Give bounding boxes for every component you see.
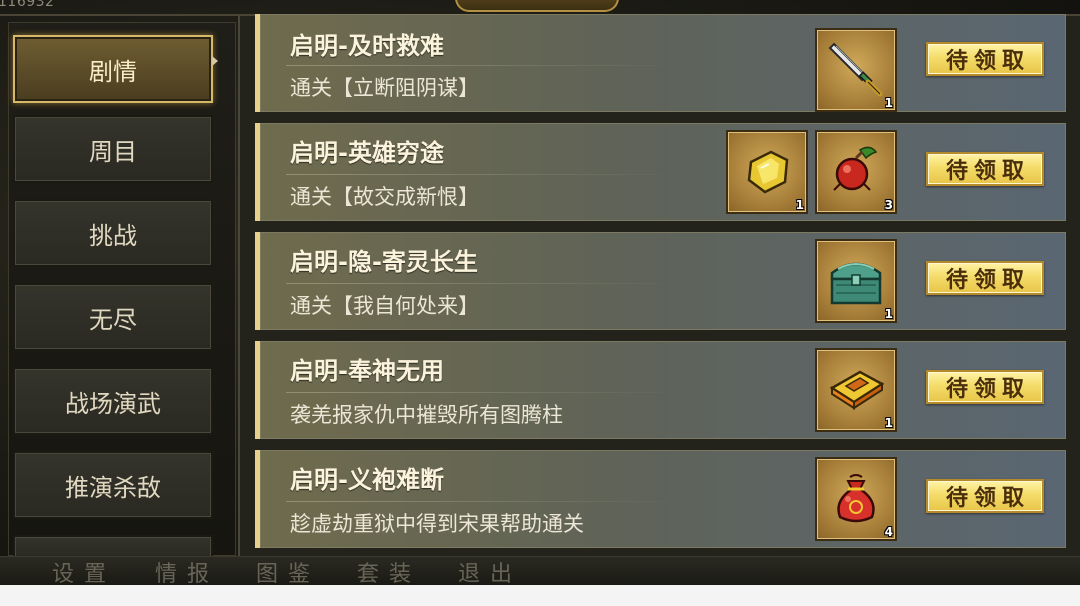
nav-exit[interactable]: 退出 xyxy=(458,556,522,585)
quest-description: 趁虚劫重狱中得到宋果帮助通关 xyxy=(290,512,584,536)
active-indicator-arrow-icon xyxy=(212,56,218,66)
claim-button[interactable]: 待领取 xyxy=(926,42,1044,76)
sidebar-item-label: 周目 xyxy=(89,137,137,166)
quest-title: 启明-奉神无用 xyxy=(290,357,444,385)
claim-button[interactable]: 待领取 xyxy=(926,261,1044,295)
reward-slot[interactable]: 1 xyxy=(815,239,897,323)
sword-icon xyxy=(828,42,883,97)
quest-title: 启明-隐-寄灵长生 xyxy=(290,248,478,276)
quest-divider xyxy=(286,283,686,284)
claim-button[interactable]: 待领取 xyxy=(926,370,1044,404)
red-fruit-icon xyxy=(833,146,878,191)
sidebar-item-story[interactable]: 剧情 xyxy=(13,35,213,103)
sidebar-item-label: 战场演武 xyxy=(65,389,161,418)
sidebar-item-cycle[interactable]: 周目 xyxy=(13,115,213,183)
quest-description: 通关【故交成新恨】 xyxy=(290,185,479,209)
quest-row: 启明-奉神无用 袭羌报家仇中摧毁所有图腾柱 1 待领取 xyxy=(255,341,1066,439)
sidebar-item-challenge[interactable]: 挑战 xyxy=(13,199,213,267)
quest-description: 袭羌报家仇中摧毁所有图腾柱 xyxy=(290,403,563,427)
quest-row: 启明-隐-寄灵长生 通关【我自何处来】 1 待领取 xyxy=(255,232,1066,330)
sidebar-item-label: 推演杀敌 xyxy=(65,473,161,502)
skill-book-icon xyxy=(829,370,885,410)
reward-count: 1 xyxy=(795,198,804,212)
money-bag-icon xyxy=(837,474,875,523)
gold-nugget-icon xyxy=(747,150,789,194)
quest-description: 通关【我自何处来】 xyxy=(290,294,479,318)
sidebar-item-label: 剧情 xyxy=(89,57,137,86)
reward-count: 1 xyxy=(884,307,893,321)
reward-count: 1 xyxy=(884,416,893,430)
reward-count: 3 xyxy=(884,198,893,212)
reward-slot[interactable]: 4 xyxy=(815,457,897,541)
quest-title: 启明-义袍难断 xyxy=(290,466,444,494)
nav-intel[interactable]: 情报 xyxy=(155,556,219,585)
nav-settings[interactable]: 设置 xyxy=(52,556,116,585)
sidebar-item-label: 挑战 xyxy=(89,221,137,250)
reward-count: 4 xyxy=(884,525,893,539)
quest-row: 启明-义袍难断 趁虚劫重狱中得到宋果帮助通关 4 待领取 xyxy=(255,450,1066,548)
sidebar-item-battlefield[interactable]: 战场演武 xyxy=(13,367,213,435)
claim-button[interactable]: 待领取 xyxy=(926,152,1044,186)
quest-description: 通关【立断阻阴谋】 xyxy=(290,76,479,100)
claim-button[interactable]: 待领取 xyxy=(926,479,1044,513)
reward-count: 1 xyxy=(884,96,893,110)
reward-slot[interactable]: 1 xyxy=(815,348,897,432)
sidebar-item-label: 无尽 xyxy=(89,305,137,334)
reward-slot[interactable]: 1 xyxy=(726,130,808,214)
quest-row: 启明-英雄穷途 通关【故交成新恨】 1 3 待领取 xyxy=(255,123,1066,221)
title-banner xyxy=(455,0,619,12)
sidebar-item-simulation[interactable]: 推演杀敌 xyxy=(13,451,213,519)
quest-divider xyxy=(286,501,686,502)
nav-codex[interactable]: 图鉴 xyxy=(256,556,320,585)
reward-slot[interactable]: 1 xyxy=(815,28,897,112)
quest-divider xyxy=(286,392,686,393)
quest-divider xyxy=(286,174,686,175)
quest-title: 启明-及时救难 xyxy=(290,32,444,60)
sidebar-item-endless[interactable]: 无尽 xyxy=(13,283,213,351)
jade-chest-icon xyxy=(830,262,882,305)
game-screen: 116932 剧情 周目 挑战 无尽 战场演武 推演杀敌 启明-及时救难 通关【… xyxy=(0,0,1080,585)
nav-sets[interactable]: 套装 xyxy=(357,556,421,585)
quest-row: 启明-及时救难 通关【立断阻阴谋】 1 待领取 xyxy=(255,14,1066,112)
reward-slot[interactable]: 3 xyxy=(815,130,897,214)
quest-divider xyxy=(286,65,686,66)
player-id-fragment: 116932 xyxy=(0,0,55,10)
quest-title: 启明-英雄穷途 xyxy=(290,139,444,167)
